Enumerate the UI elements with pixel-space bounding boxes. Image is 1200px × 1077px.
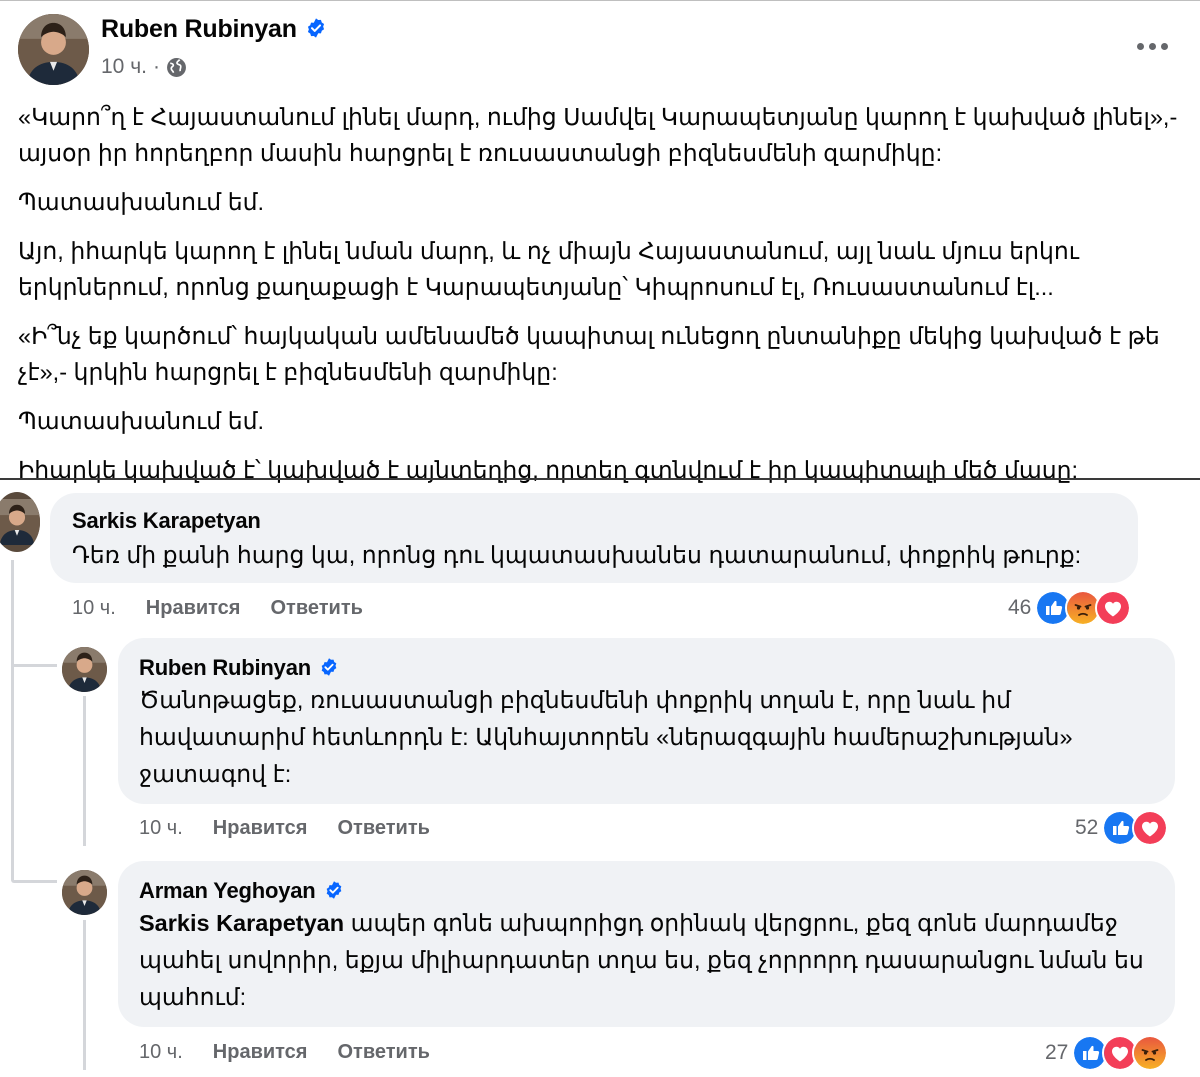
comment-author-name[interactable]: Arman Yeghoyan (139, 878, 316, 903)
reply-thread-line (83, 696, 86, 846)
thread-connector (11, 880, 57, 883)
comment-actions: 10 ч. Нравится Ответить (139, 817, 430, 840)
love-icon (1132, 810, 1169, 846)
globe-icon[interactable] (166, 57, 187, 78)
like-button[interactable]: Нравится (213, 817, 308, 840)
comment-actions: 10 ч. Нравится Ответить (139, 1041, 430, 1064)
avatar-photo-icon (62, 870, 107, 915)
meta-separator: · (152, 55, 160, 78)
avatar-photo-icon (0, 492, 40, 552)
verified-badge-icon (324, 880, 344, 900)
commenter-avatar[interactable] (62, 870, 107, 915)
comment-text: Sarkis Karapetyan ապեր գոնե ախպորիցդ օրի… (139, 905, 1159, 1016)
commenter-avatar[interactable] (0, 492, 40, 552)
angry-icon (1132, 1035, 1169, 1071)
post-paragraph: Իհարկե կախված է՝ կախված է այնտեղից, որտե… (18, 457, 1079, 483)
comment-author[interactable]: Arman Yeghoyan (139, 878, 344, 904)
verified-badge-icon (305, 17, 327, 39)
love-icon (1095, 590, 1132, 626)
post-meta: 10 ч. · (101, 55, 187, 79)
section-divider (0, 478, 1200, 480)
post-paragraph: Պատասխանում եմ. (18, 189, 265, 215)
comment-time[interactable]: 10 ч. (72, 597, 116, 620)
author-avatar[interactable] (18, 14, 89, 85)
reaction-summary[interactable]: 46 (1008, 590, 1132, 626)
post-paragraph: Այո, իհարկե կարող է լինել նման մարդ, և ո… (18, 238, 1080, 300)
comment-bubble: Ruben Rubinyan Ծանոթացեք, ռուսաստանցի բի… (118, 638, 1175, 804)
like-button[interactable]: Нравится (213, 1041, 308, 1064)
reaction-count: 52 (1075, 816, 1099, 839)
thread-connector (11, 664, 57, 667)
post-paragraph: Պատասխանում եմ. (18, 408, 265, 434)
reply-thread-line (83, 920, 86, 1070)
comment-text: Ծանոթացեք, ռուսաստանցի բիզնեսմենի փոքրիկ… (139, 687, 1073, 787)
like-button[interactable]: Нравится (146, 597, 241, 620)
mention-link[interactable]: Sarkis Karapetyan (139, 910, 344, 936)
more-options-icon[interactable] (1132, 32, 1172, 60)
post-text: «Կարո՞ղ է Հայաստանում լինել մարդ, ումից … (18, 99, 1188, 501)
comment-author[interactable]: Sarkis Karapetyan (72, 508, 261, 534)
avatar-photo-icon (18, 14, 89, 85)
post-author[interactable]: Ruben Rubinyan (101, 15, 327, 44)
comment-actions: 10 ч. Нравится Ответить (72, 597, 363, 620)
top-border (0, 0, 1200, 1)
avatar-photo-icon (62, 647, 107, 692)
reply-button[interactable]: Ответить (270, 597, 362, 620)
post-author-name[interactable]: Ruben Rubinyan (101, 15, 297, 43)
reaction-summary[interactable]: 52 (1075, 810, 1169, 846)
reaction-summary[interactable]: 27 (1045, 1035, 1169, 1071)
comment-time[interactable]: 10 ч. (139, 817, 183, 840)
reply-button[interactable]: Ответить (337, 817, 429, 840)
reply-button[interactable]: Ответить (337, 1041, 429, 1064)
commenter-avatar[interactable] (62, 647, 107, 692)
reaction-count: 46 (1008, 596, 1032, 619)
comment-bubble: Arman Yeghoyan Sarkis Karapetyan ապեր գո… (118, 861, 1175, 1027)
comment-author[interactable]: Ruben Rubinyan (139, 655, 339, 681)
comment-text: Դեռ մի քանի հարց կա, որոնց դու կպատասխան… (72, 542, 1082, 568)
comment-author-name[interactable]: Ruben Rubinyan (139, 655, 311, 680)
comment-time[interactable]: 10 ч. (139, 1041, 183, 1064)
post-paragraph: «Կարո՞ղ է Հայաստանում լինել մարդ, ումից … (18, 104, 1178, 166)
reaction-count: 27 (1045, 1041, 1069, 1064)
post-paragraph: «Ի՞նչ եք կարծում՝ հայկական ամենամեծ կապի… (18, 323, 1160, 385)
post-time[interactable]: 10 ч. (101, 55, 147, 79)
thread-line (11, 560, 14, 880)
verified-badge-icon (319, 657, 339, 677)
comment-bubble: Sarkis Karapetyan Դեռ մի քանի հարց կա, ո… (50, 493, 1138, 583)
